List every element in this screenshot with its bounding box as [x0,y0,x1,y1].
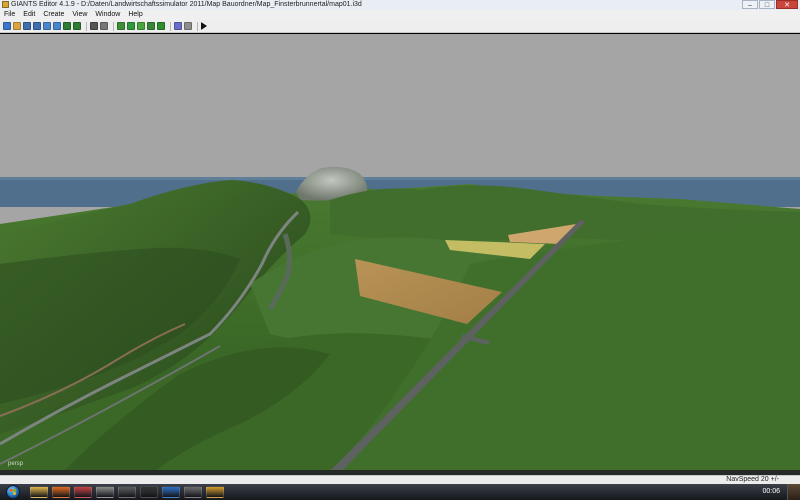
export-icon[interactable] [53,22,61,30]
app-taskbar-icon-6[interactable] [140,486,158,498]
giants-editor-taskbar-icon[interactable] [206,486,224,498]
terrain-sculpt-icon[interactable] [117,22,125,30]
toolbar-separator [197,21,198,31]
window-title: GIANTS Editor 4.1.9 - D:/Daten/Landwirts… [11,1,362,8]
explorer-taskbar-icon[interactable] [30,486,48,498]
app-taskbar-icon-8[interactable] [184,486,202,498]
new-file-icon[interactable] [3,22,11,30]
menu-create[interactable]: Create [39,10,68,20]
menu-view[interactable]: View [68,10,91,20]
close-button[interactable]: ✕ [776,0,798,9]
toolbar-separator [170,21,171,31]
open-file-icon[interactable] [13,22,21,30]
import-icon[interactable] [43,22,51,30]
app-taskbar-icon-3[interactable] [74,486,92,498]
save-all-icon[interactable] [33,22,41,30]
app-taskbar-icon-5[interactable] [118,486,136,498]
maximize-button[interactable]: □ [759,0,775,9]
move-icon[interactable] [100,22,108,30]
grass-icon[interactable] [157,22,165,30]
app-taskbar-icon-7[interactable] [162,486,180,498]
settings-icon[interactable] [184,22,192,30]
windows-taskbar: 00:06 [0,484,800,500]
menu-help[interactable]: Help [124,10,146,20]
nav-speed-label: NavSpeed 20 +/- [726,476,779,483]
title-bar: GIANTS Editor 4.1.9 - D:/Daten/Landwirts… [0,0,800,10]
clock[interactable]: 00:06 [762,484,780,500]
camera-label: persp [8,461,24,467]
save-icon[interactable] [23,22,31,30]
windows-logo-icon [10,489,16,495]
minimize-button[interactable]: – [742,0,758,9]
show-desktop-button[interactable] [787,484,800,500]
water-horizon [0,177,800,180]
toolbar [0,20,800,33]
camera-icon[interactable] [174,22,182,30]
menu-bar: File Edit Create View Window Help [0,10,800,20]
terrain-info-icon[interactable] [147,22,155,30]
toolbar-separator [86,21,87,31]
window-controls: – □ ✕ [742,0,798,10]
menu-file[interactable]: File [0,10,19,20]
select-icon[interactable] [90,22,98,30]
redo-icon[interactable] [73,22,81,30]
menu-window[interactable]: Window [91,10,124,20]
terrain-scene [0,166,800,475]
terrain-paint-icon[interactable] [127,22,135,30]
menu-edit[interactable]: Edit [19,10,39,20]
status-bar: NavSpeed 20 +/- [0,475,800,484]
play-icon[interactable] [201,22,207,30]
firefox-taskbar-icon[interactable] [52,486,70,498]
start-button[interactable] [6,485,20,499]
foliage-paint-icon[interactable] [137,22,145,30]
undo-icon[interactable] [63,22,71,30]
3d-viewport[interactable]: persp [0,34,800,475]
giants-app-icon [2,1,9,8]
app-taskbar-icon-4[interactable] [96,486,114,498]
toolbar-separator [113,21,114,31]
